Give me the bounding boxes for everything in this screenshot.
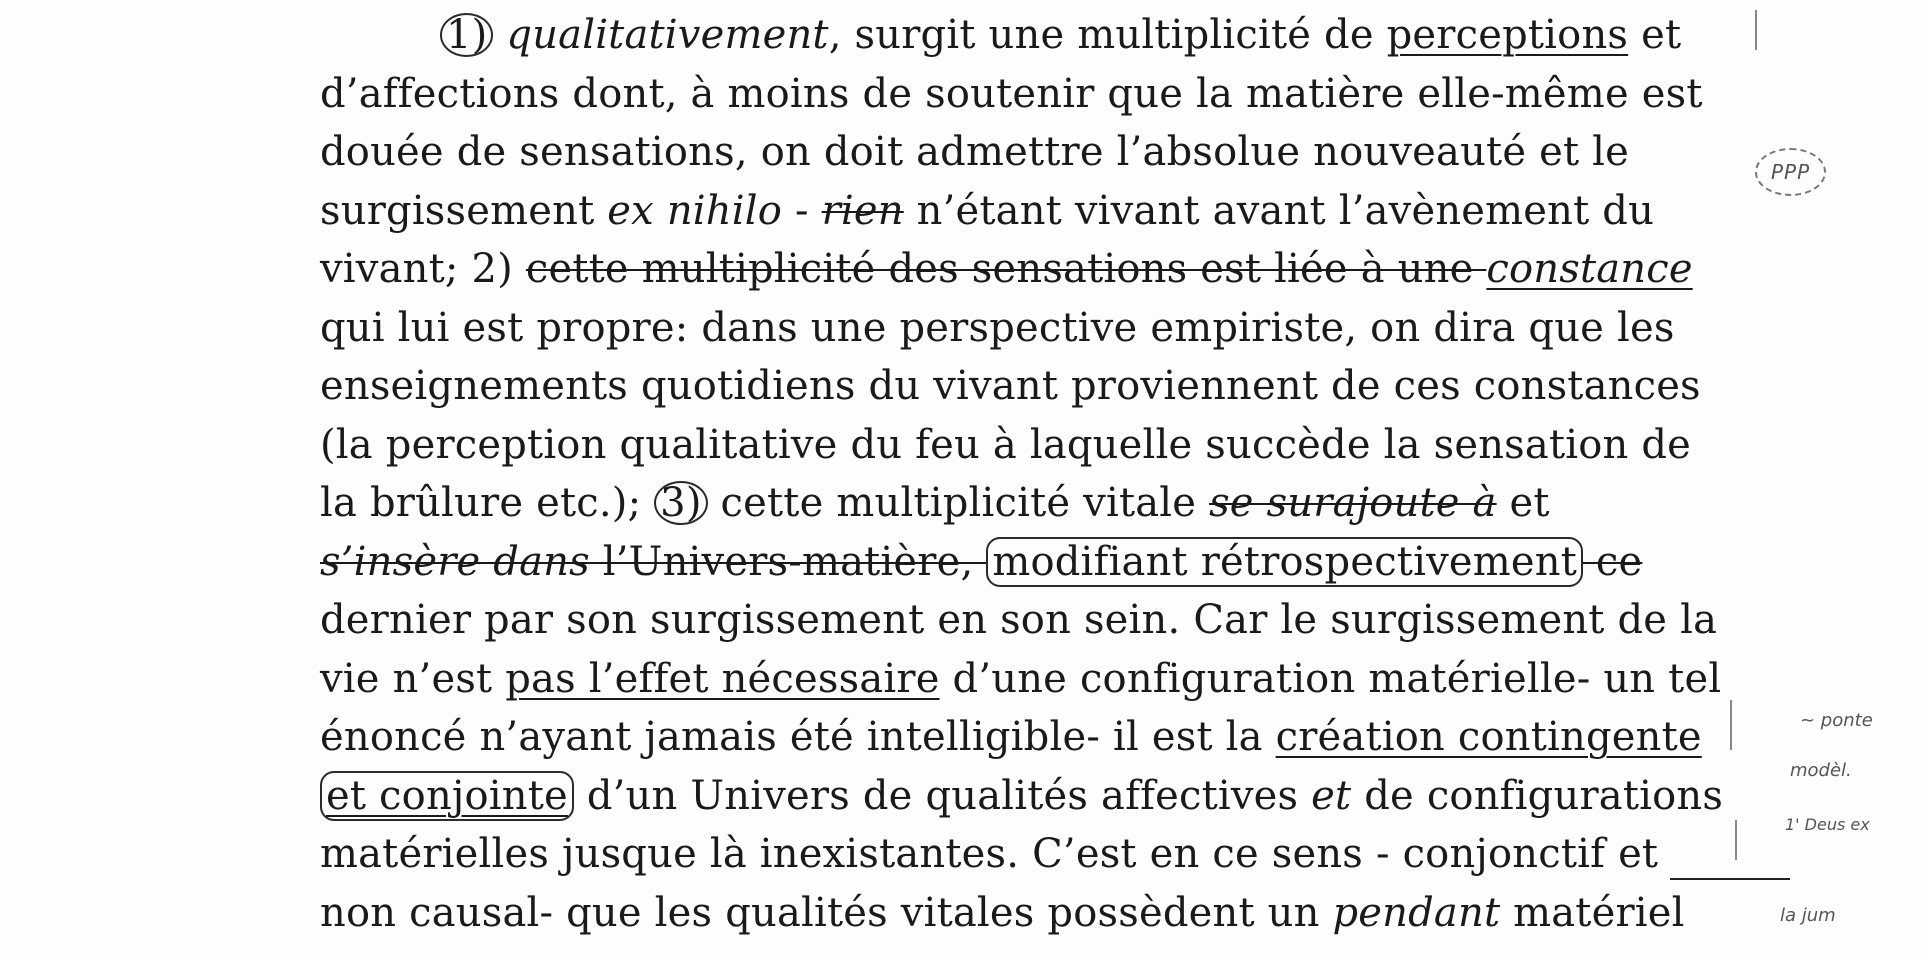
text-fragment: vie n’est — [320, 655, 506, 702]
text-fragment: n’étant vivant avant l’avènement du — [903, 187, 1655, 234]
text-fragment: ce — [1583, 538, 1643, 585]
text-fragment: l’Univers-matière, — [589, 538, 987, 585]
text-line-16: non causal- que les qualités vitales pos… — [320, 884, 1740, 943]
struck-phrase: cette multiplicité des sensations est li… — [525, 246, 1487, 292]
emphasis-pendant: pendant — [1332, 889, 1501, 936]
margin-arrow — [1670, 878, 1790, 880]
emphasis-et: et — [1311, 772, 1352, 819]
margin-annotation: modèl. — [1790, 760, 1852, 781]
underlined-et-conjointe: et conjointe — [320, 770, 574, 821]
text-fragment: énoncé n’ayant jamais été intelligible- … — [320, 714, 1276, 760]
scanned-page: 1) qualitativement, surgit une multiplic… — [0, 0, 1928, 960]
text-line-13: énoncé n’ayant jamais été intelligible- … — [320, 708, 1740, 767]
text-line-12: vie n’est pas l’effet nécessaire d’une c… — [320, 650, 1740, 709]
margin-annotation: ~ ponte — [1800, 710, 1873, 731]
text-line-3: douée de sensations, on doit admettre l’… — [320, 129, 1630, 175]
text-line-15: matérielles jusque là inexistantes. C’es… — [320, 831, 1659, 877]
text-line-1: 1) qualitativement, surgit une multiplic… — [320, 6, 1740, 65]
text-line-9: la brûlure etc.); 3) cette multiplicité … — [320, 474, 1740, 533]
text-line-14: et conjointe d’un Univers de qualités af… — [320, 767, 1740, 826]
emphasis-se-surajoute: se surajoute à — [1209, 480, 1497, 526]
enumeration-1: 1) — [440, 13, 494, 57]
enumeration-3: 3) — [654, 481, 708, 525]
underlined-creation-contingente: création contingente — [1275, 714, 1702, 760]
emphasis-s-insere-dans: s’insère dans — [320, 538, 590, 585]
text-fragment: et — [1496, 480, 1550, 526]
margin-tick-mark — [1730, 700, 1732, 750]
emphasis-qualitativement: qualitativement — [493, 12, 829, 58]
text-line-6: qui lui est propre: dans une perspective… — [320, 304, 1675, 351]
text-fragment: , surgit une multiplicité de — [828, 12, 1387, 58]
text-line-2: d’affections dont, à moins de soutenir q… — [320, 70, 1703, 117]
text-line-8: (la perception qualitative du feu à laqu… — [320, 421, 1692, 468]
text-line-11: dernier par son surgissement en son sein… — [320, 597, 1718, 643]
text-fragment: matériel — [1500, 889, 1685, 936]
circled-modifiant: modifiant rétrospectivement — [986, 536, 1583, 587]
underlined-perceptions: perceptions — [1386, 12, 1629, 58]
text-fragment: et — [1628, 12, 1682, 58]
text-fragment: - — [782, 187, 822, 234]
text-line-7: enseignements quotidiens du vivant provi… — [320, 363, 1701, 409]
margin-tick-mark — [1735, 820, 1737, 860]
text-fragment: vivant; 2) — [320, 246, 526, 292]
text-fragment: d’un Univers de qualités affectives — [573, 772, 1312, 819]
text-fragment: la brûlure etc.); — [320, 480, 655, 526]
emphasis-rien: rien — [821, 187, 904, 234]
text-fragment: surgissement — [320, 187, 608, 234]
text-line-10: s’insère dans l’Univers-matière, modifia… — [320, 533, 1740, 592]
text-fragment: d’une configuration matérielle- un tel — [939, 655, 1722, 702]
margin-annotation-circled: PPP — [1755, 148, 1827, 196]
text-fragment: de configurations — [1351, 772, 1724, 819]
underlined-pas-l-effet: pas l’effet nécessaire — [505, 655, 940, 702]
margin-annotation: la jum — [1780, 905, 1836, 926]
emphasis-ex-nihilo: ex nihilo — [607, 187, 783, 234]
body-text: 1) qualitativement, surgit une multiplic… — [320, 6, 1740, 942]
margin-annotation: 1' Deus ex — [1785, 815, 1870, 834]
margin-tick-mark — [1755, 10, 1757, 50]
text-line-5: vivant; 2) cette multiplicité des sensat… — [320, 240, 1740, 299]
text-fragment: cette multiplicité vitale — [707, 480, 1210, 526]
text-line-4: surgissement ex nihilo - rien n’étant vi… — [320, 182, 1740, 241]
emphasis-constance: constance — [1486, 246, 1693, 292]
text-fragment: non causal- que les qualités vitales pos… — [320, 889, 1333, 936]
